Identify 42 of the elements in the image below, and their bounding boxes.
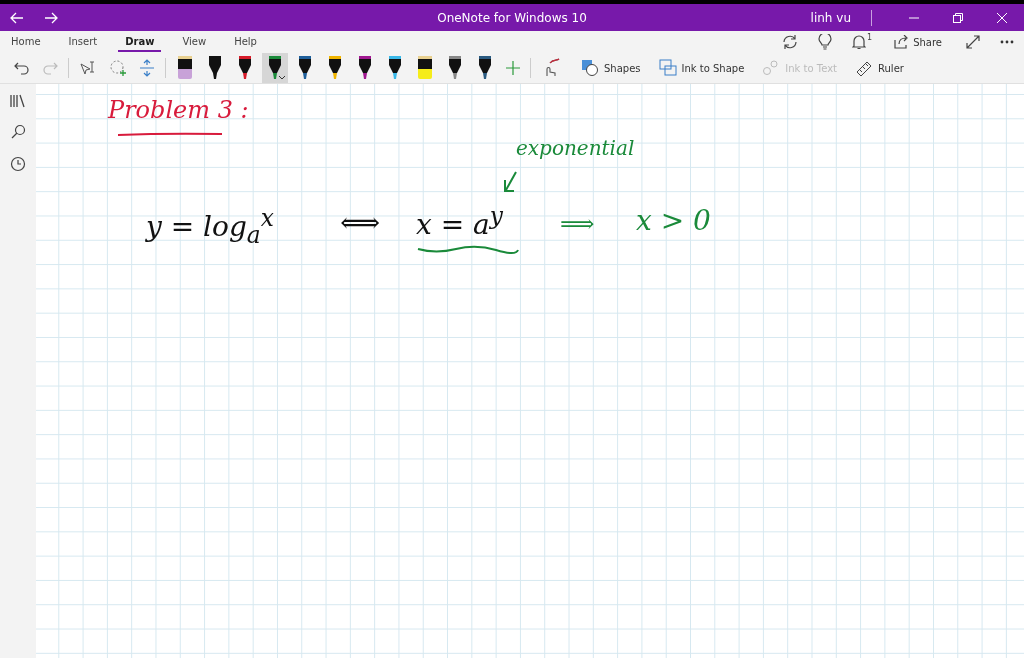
back-arrow-icon[interactable]	[10, 11, 24, 24]
ribbon-tab[interactable]: Help	[227, 32, 264, 52]
ruler-icon	[855, 59, 874, 77]
toolbar-button[interactable]: Ink to Shape	[654, 57, 749, 79]
search-icon[interactable]	[10, 124, 26, 140]
handwritten-ink: exponential	[516, 138, 635, 159]
handwritten-ink: ⟺	[340, 208, 381, 238]
toolbar-button[interactable]: Shapes	[577, 57, 645, 79]
notebooks-icon[interactable]	[10, 94, 26, 108]
caret-icon	[278, 75, 286, 80]
ribbon-tab[interactable]: Home	[4, 32, 48, 52]
close-icon[interactable]	[997, 12, 1007, 23]
undo-icon[interactable]	[14, 60, 30, 76]
bell-icon[interactable]	[852, 34, 867, 50]
ribbon-tab[interactable]: Insert	[61, 32, 105, 52]
shapes-icon	[581, 59, 599, 77]
handwritten-ink: x = a$^{y}$	[416, 204, 503, 240]
insert-space-icon[interactable]	[139, 59, 155, 77]
select-cursor-icon[interactable]	[79, 60, 97, 76]
window-title: OneNote for Windows 10	[436, 10, 588, 25]
lasso-select-icon[interactable]	[109, 59, 127, 77]
ink-to-text-icon	[762, 59, 781, 77]
handwritten-ink: Problem 3 :	[108, 98, 249, 124]
recent-clock-icon[interactable]	[10, 156, 26, 172]
restore-icon[interactable]	[953, 12, 963, 23]
ink-to-shape-icon	[658, 59, 677, 77]
notification-count: 1	[867, 33, 873, 42]
forward-arrow-icon[interactable]	[44, 11, 58, 24]
user-name[interactable]: linh vu	[810, 10, 851, 25]
pen-tool[interactable]	[262, 53, 288, 83]
share-icon	[894, 35, 910, 49]
ribbon-tab[interactable]: View	[175, 32, 214, 52]
sync-icon[interactable]	[782, 34, 799, 50]
handwritten-ink: x > 0	[636, 206, 711, 236]
expand-icon[interactable]	[966, 35, 980, 49]
lightbulb-icon[interactable]	[818, 34, 833, 50]
more-icon[interactable]	[1000, 40, 1014, 44]
toolbar-button[interactable]: Ruler	[851, 57, 908, 79]
handwritten-ink: ⟹	[560, 212, 595, 238]
ink-arrow-icon	[502, 170, 520, 194]
share-button[interactable]: Share	[888, 34, 948, 50]
ribbon-tab[interactable]: Draw	[118, 32, 162, 52]
